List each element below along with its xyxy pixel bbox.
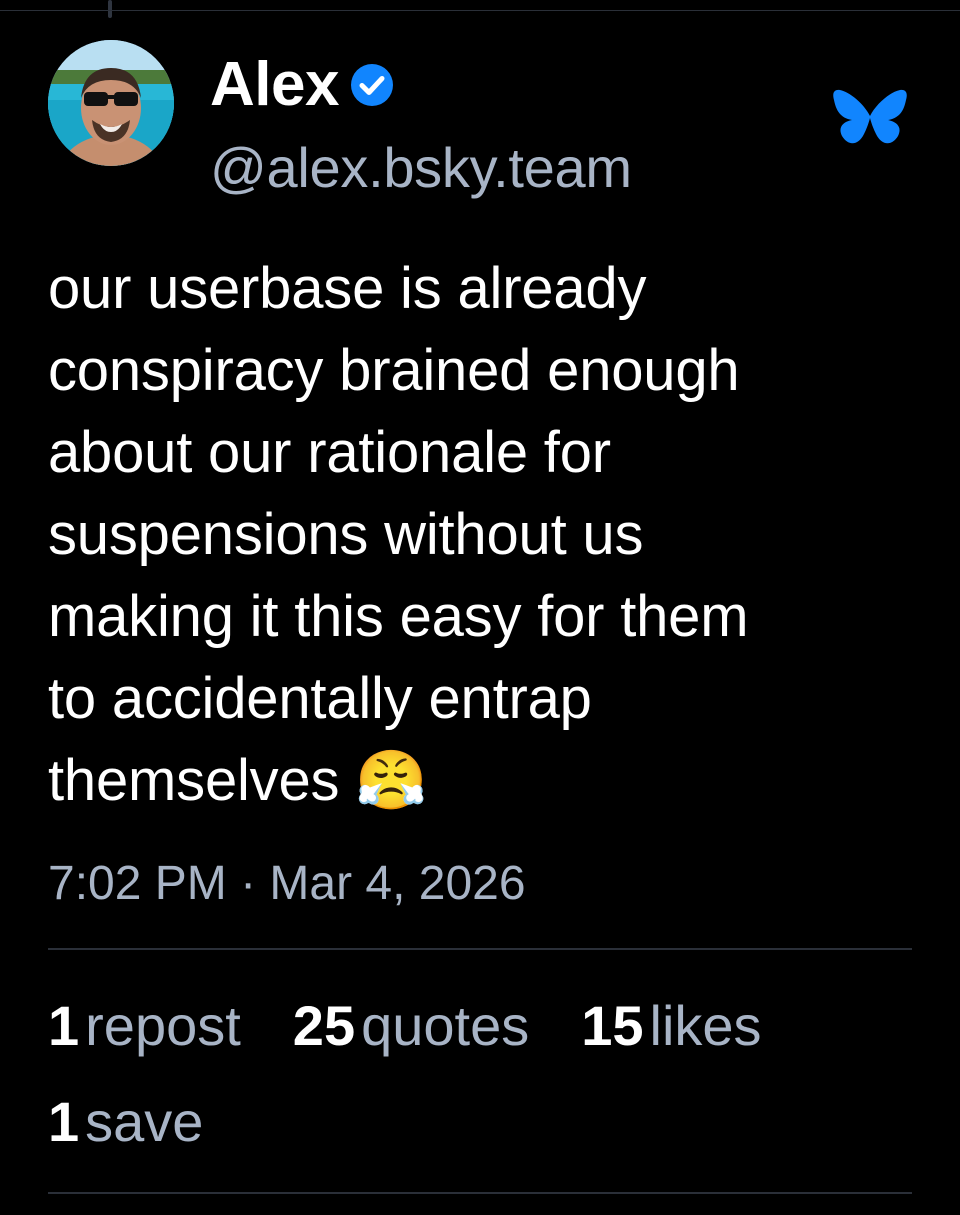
avatar[interactable]: [48, 40, 174, 166]
stats-bottom-divider: [48, 1192, 912, 1194]
author-handle[interactable]: @alex.bsky.team: [210, 136, 632, 200]
reposts-count: 1: [48, 994, 80, 1057]
post-text: our userbase is already conspiracy brain…: [48, 256, 749, 813]
post-timestamp[interactable]: 7:02 PM · Mar 4, 2026: [48, 852, 526, 916]
saves-count: 1: [48, 1090, 80, 1153]
avatar-photo: [48, 40, 174, 166]
quotes-count: 25: [292, 994, 356, 1057]
quotes-stat[interactable]: 25 quotes: [293, 990, 529, 1062]
likes-stat[interactable]: 15 likes: [581, 990, 761, 1062]
likes-label: likes: [649, 994, 762, 1057]
bluesky-butterfly-icon: [832, 88, 908, 156]
saves-stat[interactable]: 1 save: [48, 1086, 203, 1158]
reposts-stat[interactable]: 1 repost: [48, 990, 241, 1062]
verified-check-icon[interactable]: [349, 62, 395, 108]
author-display-name[interactable]: Alex: [210, 52, 339, 118]
quotes-label: quotes: [361, 994, 530, 1057]
thread-line: [108, 0, 112, 18]
author-name-row[interactable]: Alex: [210, 52, 395, 118]
stats-top-divider: [48, 948, 912, 950]
likes-count: 15: [581, 994, 644, 1057]
saves-label: save: [85, 1090, 204, 1153]
reposts-label: repost: [85, 994, 241, 1057]
engagement-stats: 1 repost 25 quotes 15 likes 1 save: [48, 990, 928, 1182]
top-divider: [0, 10, 960, 11]
